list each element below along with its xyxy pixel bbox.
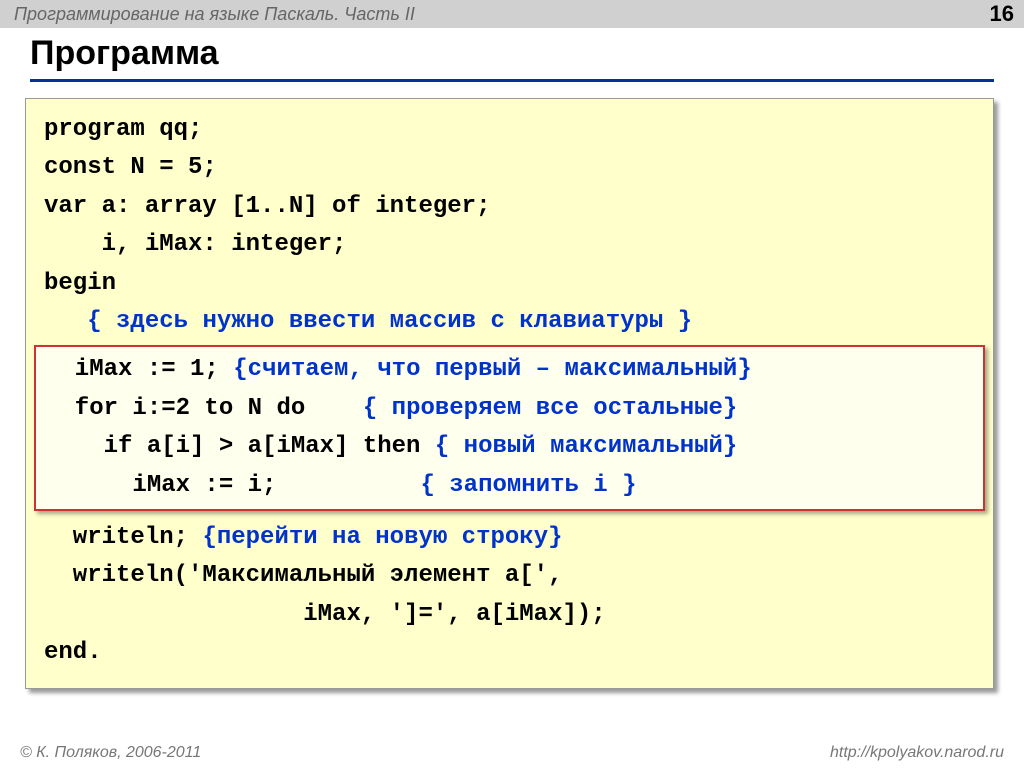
code-comment: { запомнить i } [420,472,636,499]
code-line: end. [44,634,975,672]
slide-header: Программирование на языке Паскаль. Часть… [0,0,1024,28]
slide-title: Программа [30,34,994,82]
highlighted-code: iMax := 1; {считаем, что первый – максим… [34,345,985,511]
code-comment: { здесь нужно ввести массив с клавиатуры… [87,308,692,335]
code-comment: { новый максимальный} [435,433,737,460]
code-line: writeln; {перейти на новую строку} [44,519,975,557]
code-line: const N = 5; [44,149,975,187]
code-line: iMax := i; { запомнить i } [46,467,973,505]
slide-footer: © К. Поляков, 2006-2011 http://kpolyakov… [0,744,1024,762]
title-row: Программа [0,28,1024,88]
code-line: { здесь нужно ввести массив с клавиатуры… [44,303,975,341]
code-line: var a: array [1..N] of integer; [44,188,975,226]
code-line: iMax, ']=', a[iMax]); [44,596,975,634]
code-comment: {считаем, что первый – максимальный} [233,356,751,383]
code-block: program qq; const N = 5; var a: array [1… [25,98,994,689]
code-line: begin [44,265,975,303]
page-number: 16 [990,1,1014,27]
author-url: http://kpolyakov.narod.ru [830,744,1004,762]
code-line: if a[i] > a[iMax] then { новый максималь… [46,428,973,466]
copyright: © К. Поляков, 2006-2011 [20,744,201,762]
code-line: writeln('Максимальный элемент a[', [44,557,975,595]
code-line: for i:=2 to N do { проверяем все остальн… [46,390,973,428]
course-name: Программирование на языке Паскаль. Часть… [14,4,415,25]
code-comment: { проверяем все остальные} [363,395,737,422]
code-line: i, iMax: integer; [44,226,975,264]
code-line: program qq; [44,111,975,149]
code-comment: {перейти на новую строку} [202,524,562,551]
code-line: iMax := 1; {считаем, что первый – максим… [46,351,973,389]
